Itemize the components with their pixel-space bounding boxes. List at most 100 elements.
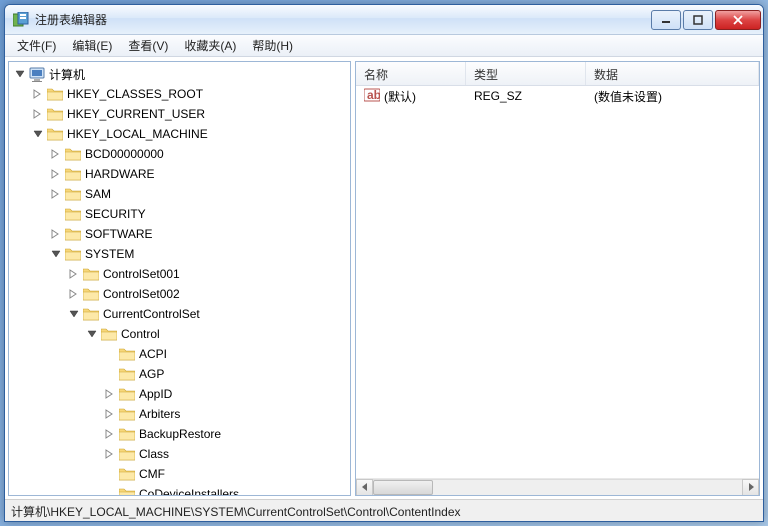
tree-node-security[interactable]: SECURITY — [49, 204, 350, 224]
scroll-right-button[interactable] — [742, 479, 759, 496]
expander-open-icon[interactable] — [67, 307, 81, 321]
tree-label: CoDeviceInstallers — [139, 487, 239, 495]
folder-icon — [83, 267, 99, 281]
expander-closed-icon[interactable] — [49, 187, 63, 201]
menu-file[interactable]: 文件(F) — [9, 35, 64, 56]
tree-label: BCD00000000 — [85, 147, 164, 161]
folder-icon — [65, 187, 81, 201]
registry-editor-window: 注册表编辑器 文件(F) 编辑(E) 查看(V) 收藏夹(A) 帮助(H) 计算… — [4, 4, 764, 522]
cell-name: (默认) — [356, 87, 466, 106]
value-name: (默认) — [384, 88, 416, 105]
column-header-data[interactable]: 数据 — [586, 62, 759, 85]
menu-favorites[interactable]: 收藏夹(A) — [176, 35, 244, 56]
tree-node-computer[interactable]: 计算机 — [13, 64, 350, 84]
expander-open-icon[interactable] — [31, 127, 45, 141]
tree-node-system[interactable]: SYSTEM — [49, 244, 350, 264]
folder-icon — [83, 307, 99, 321]
tree-node-acpi[interactable]: ACPI — [103, 344, 350, 364]
folder-icon — [119, 467, 135, 481]
menu-view[interactable]: 查看(V) — [120, 35, 176, 56]
cell-data: (数值未设置) — [586, 88, 759, 105]
tree-node-backuprestore[interactable]: BackupRestore — [103, 424, 350, 444]
tree-node-control[interactable]: Control — [85, 324, 350, 344]
folder-icon — [119, 447, 135, 461]
folder-icon — [119, 367, 135, 381]
tree-label: 计算机 — [49, 66, 85, 83]
list-body[interactable]: (默认) REG_SZ (数值未设置) — [356, 86, 759, 478]
expander-closed-icon[interactable] — [103, 407, 117, 421]
expander-closed-icon[interactable] — [49, 227, 63, 241]
column-header-type[interactable]: 类型 — [466, 62, 586, 85]
folder-icon — [65, 227, 81, 241]
registry-tree[interactable]: 计算机 HKEY_CLASSES_ROOT HKEY_CURRENT_USER … — [9, 62, 350, 495]
menu-help[interactable]: 帮助(H) — [244, 35, 301, 56]
expander-closed-icon[interactable] — [103, 427, 117, 441]
tree-node-cs001[interactable]: ControlSet001 — [67, 264, 350, 284]
scroll-track[interactable] — [373, 479, 742, 496]
tree-node-arbiters[interactable]: Arbiters — [103, 404, 350, 424]
scroll-thumb[interactable] — [373, 480, 433, 495]
column-header-name[interactable]: 名称 — [356, 62, 466, 85]
expander-spacer — [103, 347, 117, 361]
folder-icon — [47, 127, 63, 141]
tree-node-bcd[interactable]: BCD00000000 — [49, 144, 350, 164]
tree-node-hklm[interactable]: HKEY_LOCAL_MACHINE — [31, 124, 350, 144]
expander-open-icon[interactable] — [13, 67, 27, 81]
scroll-left-button[interactable] — [356, 479, 373, 496]
expander-closed-icon[interactable] — [103, 387, 117, 401]
folder-icon — [65, 207, 81, 221]
tree-label: HKEY_LOCAL_MACHINE — [67, 127, 208, 141]
cell-type: REG_SZ — [466, 89, 586, 103]
tree-node-hardware[interactable]: HARDWARE — [49, 164, 350, 184]
tree-node-hkcu[interactable]: HKEY_CURRENT_USER — [31, 104, 350, 124]
folder-icon — [47, 107, 63, 121]
maximize-button[interactable] — [683, 10, 713, 30]
expander-closed-icon[interactable] — [31, 87, 45, 101]
tree-label: SECURITY — [85, 207, 146, 221]
list-row[interactable]: (默认) REG_SZ (数值未设置) — [356, 86, 759, 106]
expander-spacer — [103, 467, 117, 481]
tree-node-hkcr[interactable]: HKEY_CLASSES_ROOT — [31, 84, 350, 104]
expander-open-icon[interactable] — [85, 327, 99, 341]
tree-label: Arbiters — [139, 407, 180, 421]
tree-node-ccs[interactable]: CurrentControlSet — [67, 304, 350, 324]
titlebar[interactable]: 注册表编辑器 — [5, 5, 763, 35]
tree-pane: 计算机 HKEY_CLASSES_ROOT HKEY_CURRENT_USER … — [8, 61, 351, 496]
tree-node-cmf[interactable]: CMF — [103, 464, 350, 484]
close-button[interactable] — [715, 10, 761, 30]
computer-icon — [29, 67, 45, 81]
expander-closed-icon[interactable] — [49, 147, 63, 161]
tree-label: ControlSet002 — [103, 287, 180, 301]
tree-label: HKEY_CURRENT_USER — [67, 107, 205, 121]
tree-label: SYSTEM — [85, 247, 134, 261]
menu-edit[interactable]: 编辑(E) — [64, 35, 120, 56]
expander-spacer — [103, 487, 117, 495]
tree-label: Control — [121, 327, 160, 341]
expander-closed-icon[interactable] — [31, 107, 45, 121]
expander-closed-icon[interactable] — [103, 447, 117, 461]
list-header: 名称 类型 数据 — [356, 62, 759, 86]
expander-closed-icon[interactable] — [67, 267, 81, 281]
tree-node-sam[interactable]: SAM — [49, 184, 350, 204]
minimize-button[interactable] — [651, 10, 681, 30]
expander-closed-icon[interactable] — [49, 167, 63, 181]
folder-icon — [83, 287, 99, 301]
tree-node-class[interactable]: Class — [103, 444, 350, 464]
tree-node-codevice[interactable]: CoDeviceInstallers — [103, 484, 350, 495]
tree-label: AGP — [139, 367, 164, 381]
expander-spacer — [103, 367, 117, 381]
expander-open-icon[interactable] — [49, 247, 63, 261]
tree-node-software[interactable]: SOFTWARE — [49, 224, 350, 244]
menubar: 文件(F) 编辑(E) 查看(V) 收藏夹(A) 帮助(H) — [5, 35, 763, 57]
tree-node-cs002[interactable]: ControlSet002 — [67, 284, 350, 304]
app-icon — [13, 12, 29, 28]
tree-node-appid[interactable]: AppID — [103, 384, 350, 404]
tree-node-agp[interactable]: AGP — [103, 364, 350, 384]
expander-closed-icon[interactable] — [67, 287, 81, 301]
folder-icon — [119, 407, 135, 421]
client-area: 计算机 HKEY_CLASSES_ROOT HKEY_CURRENT_USER … — [5, 57, 763, 499]
horizontal-scrollbar[interactable] — [356, 478, 759, 495]
tree-scroll[interactable]: 计算机 HKEY_CLASSES_ROOT HKEY_CURRENT_USER … — [9, 62, 350, 495]
tree-label: ACPI — [139, 347, 167, 361]
folder-icon — [119, 387, 135, 401]
